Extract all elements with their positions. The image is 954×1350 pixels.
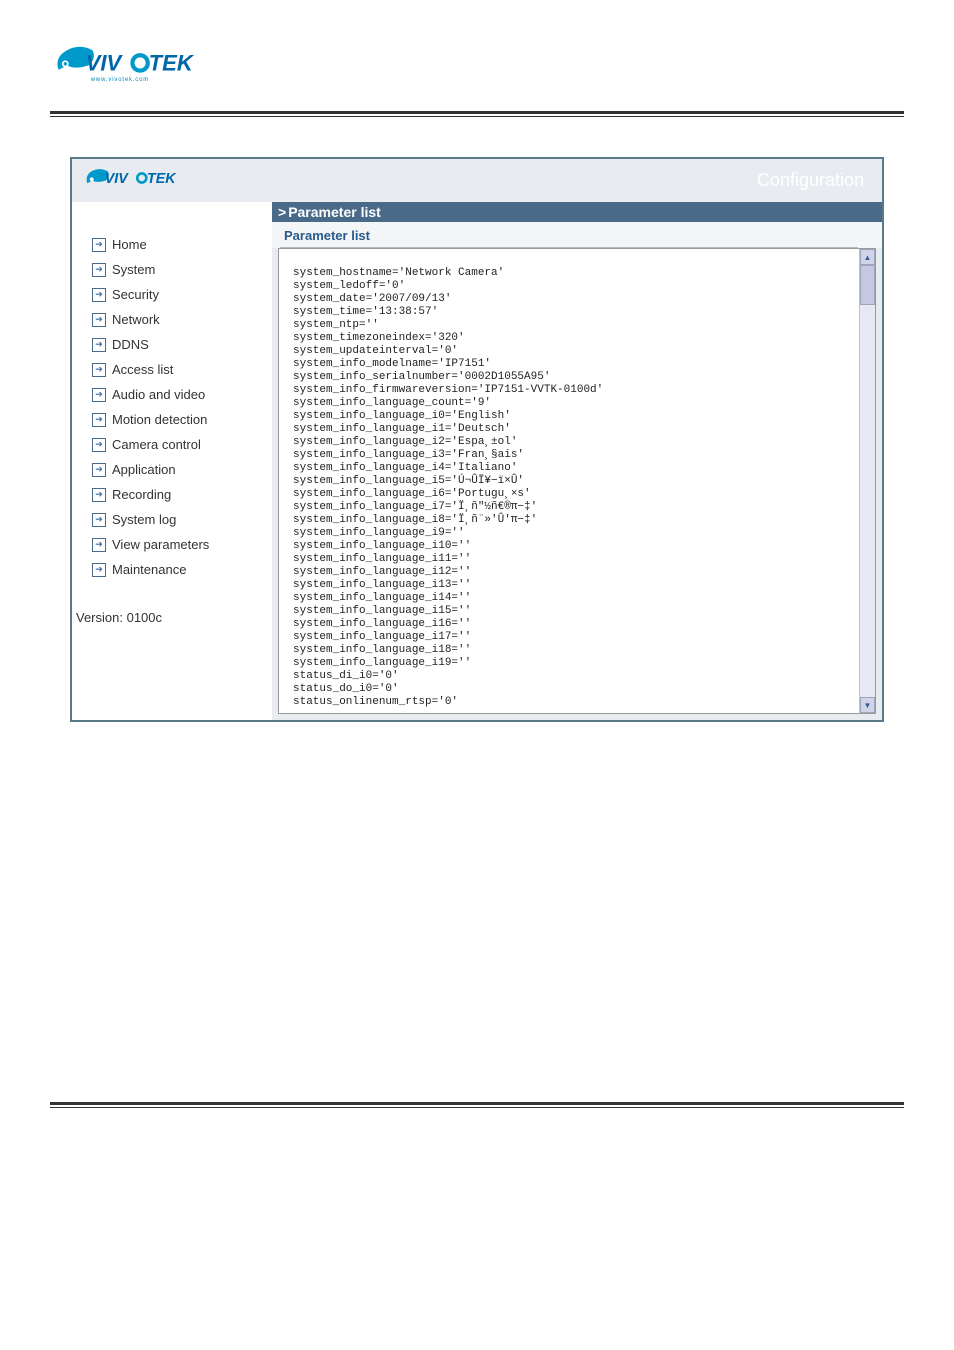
- arrow-right-icon: ➔: [92, 563, 106, 577]
- sidebar-item-camera-control[interactable]: ➔ Camera control: [92, 432, 262, 457]
- arrow-right-icon: ➔: [92, 338, 106, 352]
- sidebar-item-system-log[interactable]: ➔ System log: [92, 507, 262, 532]
- svg-text:www.vivotek.com: www.vivotek.com: [90, 77, 149, 83]
- app-window: VIV TEK Configuration ➔ Home ➔ System ➔: [70, 157, 884, 722]
- scroll-up-button[interactable]: ▲: [860, 249, 875, 265]
- svg-text:VIV: VIV: [86, 51, 124, 76]
- arrow-right-icon: ➔: [92, 313, 106, 327]
- sidebar-item-label: Audio and video: [112, 387, 205, 402]
- vivotek-logo-small: VIV TEK: [82, 165, 212, 196]
- sidebar-item-label: Camera control: [112, 437, 201, 452]
- sidebar-item-label: System: [112, 262, 155, 277]
- parameter-text: system_hostname='Network Camera' system_…: [279, 249, 859, 713]
- sidebar-item-label: Network: [112, 312, 160, 327]
- arrow-right-icon: ➔: [92, 463, 106, 477]
- arrow-right-icon: ➔: [92, 513, 106, 527]
- svg-text:TEK: TEK: [149, 51, 195, 76]
- sidebar-item-access-list[interactable]: ➔ Access list: [92, 357, 262, 382]
- sidebar-item-label: Security: [112, 287, 159, 302]
- arrow-right-icon: ➔: [92, 538, 106, 552]
- arrow-right-icon: ➔: [92, 488, 106, 502]
- sidebar-item-label: Motion detection: [112, 412, 207, 427]
- scroll-thumb[interactable]: [860, 265, 875, 305]
- arrow-right-icon: ➔: [92, 413, 106, 427]
- sidebar-item-application[interactable]: ➔ Application: [92, 457, 262, 482]
- sidebar-item-system[interactable]: ➔ System: [92, 257, 262, 282]
- sidebar-item-motion-detection[interactable]: ➔ Motion detection: [92, 407, 262, 432]
- sidebar-item-label: DDNS: [112, 337, 149, 352]
- sidebar-item-view-parameters[interactable]: ➔ View parameters: [92, 532, 262, 557]
- sidebar-item-home[interactable]: ➔ Home: [92, 232, 262, 257]
- arrow-right-icon: ➔: [92, 263, 106, 277]
- sidebar-item-label: View parameters: [112, 537, 209, 552]
- sidebar-item-security[interactable]: ➔ Security: [92, 282, 262, 307]
- scrollbar[interactable]: ▲ ▼: [859, 249, 875, 713]
- parameter-textarea[interactable]: system_hostname='Network Camera' system_…: [278, 248, 876, 714]
- app-header: VIV TEK Configuration: [72, 159, 882, 202]
- top-rule: [50, 111, 904, 117]
- arrow-right-icon: ➔: [92, 363, 106, 377]
- sidebar-item-audio-video[interactable]: ➔ Audio and video: [92, 382, 262, 407]
- section-header: Parameter list: [272, 202, 882, 222]
- sub-header: Parameter list: [280, 224, 858, 248]
- sidebar-item-label: Access list: [112, 362, 173, 377]
- version-label: Version: 0100c: [76, 610, 262, 625]
- sidebar-item-label: System log: [112, 512, 176, 527]
- sidebar: ➔ Home ➔ System ➔ Security ➔ Network ➔: [72, 202, 272, 720]
- sidebar-item-maintenance[interactable]: ➔ Maintenance: [92, 557, 262, 582]
- scroll-down-button[interactable]: ▼: [860, 697, 875, 713]
- sidebar-item-label: Recording: [112, 487, 171, 502]
- sidebar-item-label: Home: [112, 237, 147, 252]
- sidebar-item-label: Maintenance: [112, 562, 186, 577]
- vivotek-logo-large: VIV TEK www.vivotek.com: [50, 40, 220, 91]
- configuration-label: Configuration: [749, 168, 872, 193]
- bottom-rule: [50, 1102, 904, 1108]
- sidebar-item-recording[interactable]: ➔ Recording: [92, 482, 262, 507]
- arrow-right-icon: ➔: [92, 438, 106, 452]
- arrow-right-icon: ➔: [92, 388, 106, 402]
- svg-text:VIV: VIV: [105, 171, 129, 187]
- sidebar-item-ddns[interactable]: ➔ DDNS: [92, 332, 262, 357]
- arrow-right-icon: ➔: [92, 288, 106, 302]
- sidebar-item-network[interactable]: ➔ Network: [92, 307, 262, 332]
- content-area: Parameter list Parameter list system_hos…: [272, 202, 882, 720]
- arrow-right-icon: ➔: [92, 238, 106, 252]
- sidebar-item-label: Application: [112, 462, 176, 477]
- svg-text:TEK: TEK: [147, 171, 177, 187]
